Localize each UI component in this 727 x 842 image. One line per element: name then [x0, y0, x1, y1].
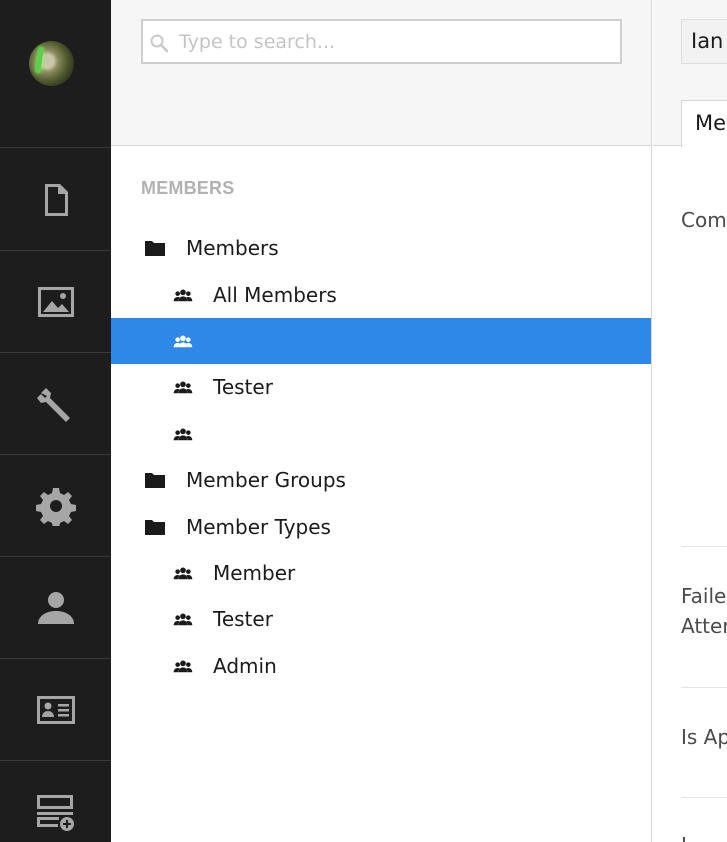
tree-item-label: Tester	[213, 375, 273, 400]
section-content[interactable]	[0, 149, 111, 251]
section-members[interactable]	[0, 659, 111, 761]
search-box	[141, 19, 622, 64]
id-card-icon	[36, 695, 75, 724]
folder-icon	[144, 518, 166, 536]
user-icon	[37, 591, 74, 624]
gear-icon	[35, 487, 76, 526]
members-icon	[172, 564, 194, 582]
section-settings[interactable]	[0, 353, 111, 455]
tree-folder[interactable]: Members	[111, 225, 651, 271]
tab-membership[interactable]: Me	[681, 100, 727, 147]
property-label: Is Ap	[681, 725, 727, 749]
members-icon	[172, 657, 194, 675]
section-packages[interactable]	[0, 455, 111, 557]
property-divider	[681, 546, 727, 547]
wrench-icon	[36, 387, 70, 422]
document-icon	[44, 183, 68, 216]
property-divider	[681, 687, 727, 688]
form-add-icon	[36, 795, 74, 831]
members-icon	[172, 425, 194, 443]
editor-header: Ian Me	[653, 0, 727, 147]
tree-panel: MEMBERS Members All Members Tester Member G…	[111, 0, 652, 842]
image-icon	[37, 286, 74, 317]
search-input[interactable]	[143, 21, 620, 62]
tree-folder[interactable]: Member Types	[111, 503, 651, 549]
section-users[interactable]	[0, 557, 111, 659]
tree-item-label: Member	[213, 560, 296, 585]
members-icon	[172, 378, 194, 396]
sections-sidebar	[0, 0, 111, 842]
property-label: Atter	[681, 614, 727, 638]
section-forms[interactable]	[0, 761, 111, 842]
user-avatar-area	[0, 0, 111, 148]
tree-item[interactable]: Tester	[111, 364, 651, 410]
search-icon	[150, 34, 169, 53]
tree-item-label: Member Types	[186, 514, 331, 539]
tree-item[interactable]: Admin	[111, 643, 651, 689]
tree-item[interactable]	[111, 411, 651, 457]
section-media[interactable]	[0, 251, 111, 353]
tree-item[interactable]: Tester	[111, 596, 651, 642]
tree-item-label: All Members	[213, 282, 337, 307]
tree-item-label: Member Groups	[186, 468, 346, 493]
tree-item-label: Members	[186, 236, 279, 261]
member-name-field[interactable]: Ian	[681, 19, 727, 64]
folder-icon	[144, 471, 166, 489]
members-icon	[172, 610, 194, 628]
tree-item-label: Tester	[213, 607, 273, 632]
property-divider	[681, 797, 727, 798]
tree-folder[interactable]: Member Groups	[111, 457, 651, 503]
tree-item-label: Admin	[213, 653, 277, 678]
property-label: I	[681, 830, 687, 842]
property-label: Faile	[681, 584, 727, 608]
tree-title: MEMBERS	[141, 178, 235, 198]
tree-header	[111, 0, 651, 146]
member-tree: Members All Members Tester Member Groups Mem…	[111, 225, 651, 689]
members-icon	[172, 332, 194, 350]
tree-item[interactable]: Member	[111, 550, 651, 596]
editor-panel: Ian Me Com Faile Atter Is Ap I	[653, 0, 727, 842]
members-icon	[172, 286, 194, 304]
property-label: Com	[681, 208, 727, 232]
tree-item[interactable]	[111, 317, 651, 365]
folder-icon	[144, 239, 166, 257]
tree-item[interactable]: All Members	[111, 271, 651, 317]
avatar[interactable]	[29, 41, 74, 86]
